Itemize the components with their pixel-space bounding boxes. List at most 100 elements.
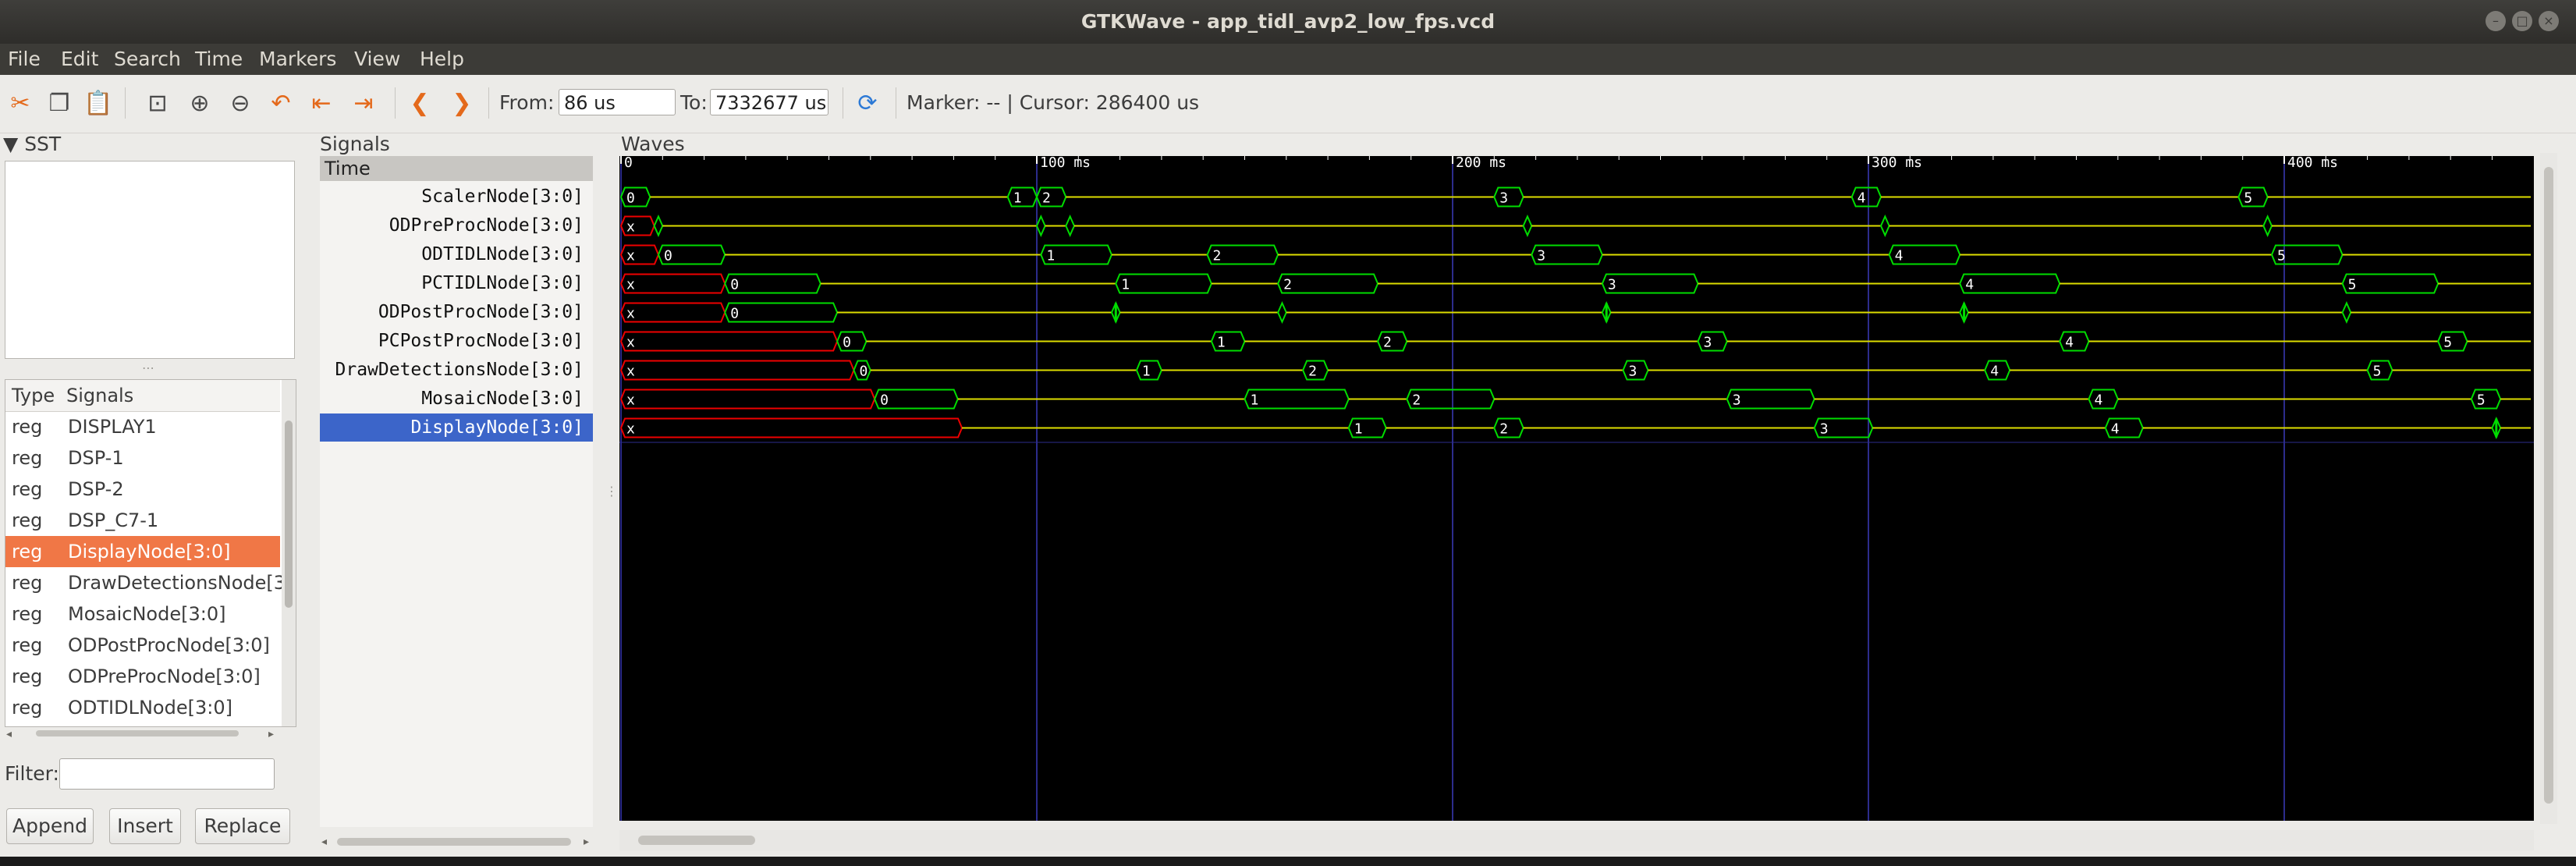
maximize-icon[interactable]: □ bbox=[2512, 11, 2532, 31]
value-label: 5 bbox=[2277, 248, 2286, 264]
value-segment bbox=[724, 302, 839, 323]
signal-name[interactable]: PCTIDLNode[3:0] bbox=[320, 269, 593, 297]
menu-markers[interactable]: Markers bbox=[259, 44, 336, 75]
signals-hscrollbar[interactable]: ◂ ▸ bbox=[320, 832, 593, 850]
value-label: 1 bbox=[1046, 248, 1055, 264]
value-label: x bbox=[626, 421, 635, 438]
menu-edit[interactable]: Edit bbox=[61, 44, 98, 75]
pane-grip[interactable]: ⋮ bbox=[605, 484, 618, 499]
insert-button[interactable]: Insert bbox=[109, 808, 181, 844]
cut-icon[interactable]: ✂ bbox=[3, 86, 37, 120]
value-label: 3 bbox=[1820, 421, 1829, 438]
waves-hscrollbar[interactable] bbox=[619, 830, 2534, 850]
pane-grip[interactable]: ⋯ bbox=[142, 360, 154, 375]
zoom-fit-icon[interactable]: ⊡ bbox=[140, 86, 175, 120]
sst-list-header: Type Signals bbox=[5, 380, 280, 412]
sst-row[interactable]: reg ODTIDLNode[3:0] bbox=[5, 692, 280, 723]
next-edge-icon[interactable]: ❯ bbox=[445, 86, 479, 120]
sst-row[interactable]: reg DSP-2 bbox=[5, 474, 280, 505]
zoom-out-icon[interactable]: ⊖ bbox=[223, 86, 257, 120]
type-column-header[interactable]: Type bbox=[12, 385, 55, 406]
from-input[interactable]: 86 us bbox=[559, 89, 676, 115]
value-segment bbox=[836, 331, 868, 352]
to-input[interactable]: 7332677 us bbox=[710, 89, 829, 115]
value-label: x bbox=[626, 219, 635, 236]
filter-input[interactable] bbox=[59, 758, 275, 790]
reload-icon[interactable]: ⟳ bbox=[850, 86, 885, 120]
signal-name[interactable]: ODPostProcNode[3:0] bbox=[320, 298, 593, 326]
value-label: x bbox=[626, 364, 635, 380]
minimize-icon[interactable]: – bbox=[2486, 11, 2506, 31]
scrollbar-thumb[interactable] bbox=[285, 421, 293, 608]
signals-column-header[interactable]: Signals bbox=[66, 385, 133, 406]
sst-row[interactable]: reg ODPostProcNode[3:0] bbox=[5, 630, 280, 661]
sst-row[interactable]: reg DrawDetectionsNode[3:0] bbox=[5, 567, 296, 598]
value-label: 4 bbox=[2094, 392, 2102, 409]
signal-name[interactable]: DrawDetectionsNode[3:0] bbox=[320, 356, 593, 384]
signal-name[interactable]: ODTIDLNode[3:0] bbox=[320, 240, 593, 268]
sst-list-scrollbar[interactable] bbox=[282, 380, 296, 726]
value-label: 1 bbox=[1251, 392, 1259, 409]
paste-icon[interactable]: 📋 bbox=[81, 86, 115, 120]
replace-button[interactable]: Replace bbox=[195, 808, 290, 844]
scrollbar-thumb[interactable] bbox=[2544, 167, 2553, 804]
row-type: reg bbox=[12, 634, 43, 656]
sst-row[interactable]: reg DISPLAY1 bbox=[5, 411, 280, 442]
sst-row[interactable]: reg ODPreProcNode[3:0] bbox=[5, 661, 280, 692]
menu-help[interactable]: Help bbox=[420, 44, 464, 75]
sst-header[interactable]: ▼ SST bbox=[3, 133, 61, 155]
menu-search[interactable]: Search bbox=[114, 44, 181, 75]
value-label: 3 bbox=[1499, 190, 1508, 207]
copy-icon[interactable]: ❐ bbox=[42, 86, 76, 120]
sst-signal-list[interactable]: Type Signals reg DISPLAY1 reg DSP-1 reg DSP… bbox=[5, 379, 296, 727]
sst-hierarchy-tree[interactable] bbox=[5, 161, 295, 359]
prev-edge-icon[interactable]: ❮ bbox=[403, 86, 437, 120]
zoom-to-end-icon[interactable]: ⇥ bbox=[346, 86, 381, 120]
signal-name[interactable]: MosaicNode[3:0] bbox=[320, 385, 593, 413]
expander-icon[interactable]: ▼ bbox=[3, 133, 18, 155]
value-segment bbox=[2341, 273, 2439, 294]
value-label: 2 bbox=[1042, 190, 1051, 207]
waveform-canvas[interactable]: 0 100 ms 200 ms 300 ms 400 ms0 1 2 3 4 5xx 0 1 2 3 4 5x… bbox=[619, 156, 2534, 821]
value-label: 1 bbox=[1142, 364, 1151, 380]
menu-time[interactable]: Time bbox=[195, 44, 243, 75]
value-segment bbox=[1697, 331, 1728, 352]
value-segment bbox=[619, 417, 963, 438]
menu-view[interactable]: View bbox=[354, 44, 400, 75]
waves-vscrollbar[interactable] bbox=[2540, 153, 2557, 824]
sst-row[interactable]: reg MosaicNode[3:0] bbox=[5, 598, 280, 630]
append-button[interactable]: Append bbox=[6, 808, 94, 844]
value-label: 1 bbox=[1354, 421, 1363, 438]
signal-name[interactable]: PCPostProcNode[3:0] bbox=[320, 327, 593, 355]
menu-file[interactable]: File bbox=[8, 44, 41, 75]
zoom-to-start-icon[interactable]: ⇤ bbox=[304, 86, 339, 120]
undo-zoom-icon[interactable]: ↶ bbox=[264, 86, 298, 120]
title-bar: GTKWave - app_tidl_avp2_low_fps.vcd – □ … bbox=[0, 0, 2576, 44]
value-segment bbox=[1115, 273, 1212, 294]
time-label: Time bbox=[325, 158, 371, 179]
sst-row[interactable]: reg DSP_C7-1 bbox=[5, 505, 280, 536]
value-label: 0 bbox=[843, 335, 851, 351]
close-icon[interactable]: × bbox=[2539, 11, 2559, 31]
row-type: reg bbox=[12, 603, 43, 625]
waveform-area[interactable]: 0 100 ms 200 ms 300 ms 400 ms 0 1 2 3 4 5 x x 0 1 2 3 4 5 x… bbox=[619, 156, 2534, 821]
value-segment bbox=[1493, 417, 1524, 438]
gtkwave-window: GTKWave - app_tidl_avp2_low_fps.vcd – □ … bbox=[0, 0, 2576, 866]
value-label: 2 bbox=[1499, 421, 1508, 438]
value-label: 4 bbox=[1857, 190, 1866, 207]
row-type: reg bbox=[12, 697, 43, 719]
zoom-in-icon[interactable]: ⊕ bbox=[183, 86, 217, 120]
menu-bar: File Edit Search Time Markers View Help bbox=[0, 44, 2576, 75]
sst-list-hscrollbar[interactable]: ◂ ▸ bbox=[5, 726, 279, 741]
signal-name-selected[interactable]: DisplayNode[3:0] bbox=[320, 413, 593, 442]
sst-row-selected[interactable]: reg DisplayNode[3:0] bbox=[5, 536, 280, 567]
svg-text:◂: ◂ bbox=[6, 728, 12, 740]
sst-row[interactable]: reg DSP-1 bbox=[5, 442, 280, 474]
signal-name[interactable]: ODPreProcNode[3:0] bbox=[320, 211, 593, 240]
scrollbar-thumb[interactable] bbox=[638, 836, 755, 845]
signal-name[interactable]: ScalerNode[3:0] bbox=[320, 183, 593, 211]
signals-name-pane[interactable]: Time ScalerNode[3:0] ODPreProcNode[3:0] … bbox=[320, 156, 593, 827]
value-label: 1 bbox=[1121, 277, 1130, 293]
value-label: 2 bbox=[1308, 364, 1317, 380]
value-label: 2 bbox=[1383, 335, 1392, 351]
